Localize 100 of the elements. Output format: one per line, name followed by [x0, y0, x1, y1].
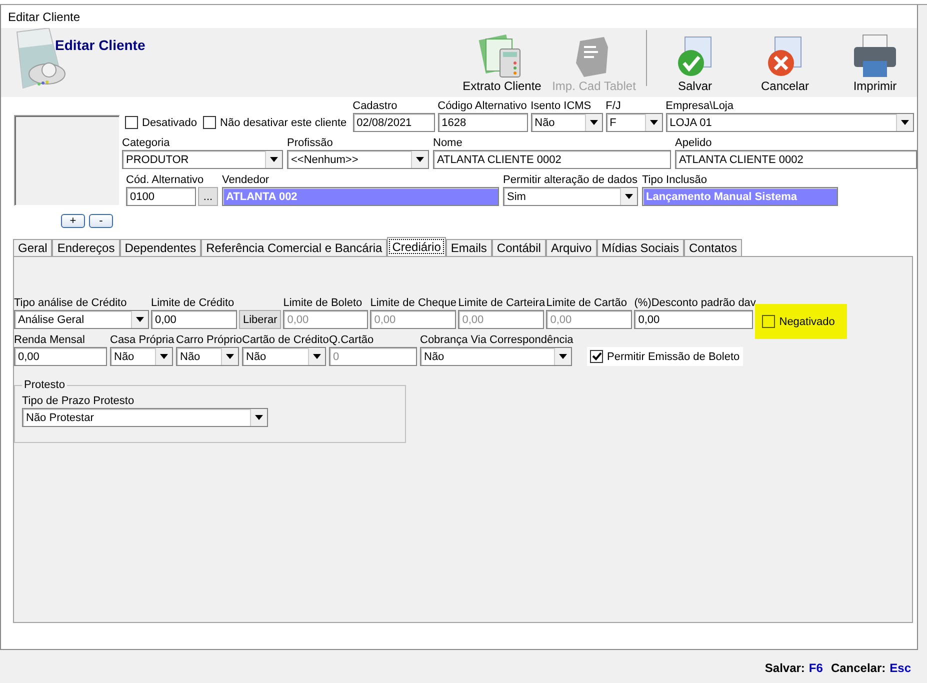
- field-label: Isento ICMS: [530, 100, 592, 113]
- dropdown-field[interactable]: Análise Geral: [14, 310, 149, 329]
- field-label: Casa Própria: [110, 334, 173, 347]
- field-label: (%)Desconto padrão dav: [634, 297, 754, 310]
- shortcut-key: F6: [808, 661, 823, 675]
- dropdown-button[interactable]: [896, 114, 913, 131]
- dropdown-arrow-icon: [625, 194, 633, 199]
- liberar-button[interactable]: Liberar: [239, 310, 282, 329]
- dropdown-value: Não: [424, 350, 444, 362]
- tab[interactable]: Endereços: [52, 239, 120, 256]
- field-label: Categoria: [122, 137, 171, 150]
- dropdown-button[interactable]: [221, 348, 238, 365]
- text-field[interactable]: 0,00: [151, 310, 237, 329]
- tab[interactable]: Contatos: [684, 239, 742, 256]
- field-label: F/J: [606, 100, 622, 113]
- dropdown-button[interactable]: [265, 151, 282, 168]
- field-label: Cobrança Via Correspondência: [420, 334, 572, 347]
- checkbox[interactable]: Permitir Emissão de Boleto: [587, 347, 743, 366]
- dropdown-field[interactable]: Não: [530, 113, 603, 132]
- field-label: Cadastro: [352, 100, 398, 113]
- dropdown-button[interactable]: [308, 348, 325, 365]
- dropdown-value: Análise Geral: [18, 314, 84, 326]
- photo-button[interactable]: +: [61, 214, 85, 228]
- dropdown-button[interactable]: [644, 114, 662, 131]
- text-field[interactable]: ATLANTA CLIENTE 0002: [675, 150, 917, 169]
- dropdown-button[interactable]: [584, 114, 602, 131]
- dropdown-value: Sim: [507, 190, 526, 202]
- toolbar-button[interactable]: Cancelar: [737, 28, 833, 97]
- dropdown-value: Não: [246, 350, 266, 362]
- text-field[interactable]: ATLANTA CLIENTE 0002: [433, 150, 671, 169]
- dropdown-value: Não: [534, 116, 555, 128]
- dropdown-button[interactable]: [131, 311, 148, 328]
- tab[interactable]: Geral: [13, 239, 52, 256]
- tab[interactable]: Mídias Sociais: [596, 239, 684, 256]
- field-label: Limite de Cartão: [546, 297, 628, 310]
- dropdown-button[interactable]: [155, 348, 172, 365]
- dropdown-arrow-icon: [416, 157, 424, 162]
- toolbar-button[interactable]: Imprimir: [833, 28, 917, 97]
- text-field[interactable]: 02/08/2021: [352, 113, 435, 132]
- field-label: Tipo Inclusão: [642, 174, 708, 187]
- dropdown-arrow-icon: [590, 120, 598, 125]
- dropdown-field[interactable]: Não: [110, 347, 173, 366]
- dropdown-button[interactable]: [250, 409, 267, 426]
- dropdown-arrow-icon: [650, 120, 658, 125]
- field-label: Tipo de Prazo Protesto: [22, 395, 136, 408]
- dropdown-field[interactable]: Não: [242, 347, 326, 366]
- field-label: Permitir alteração de dados: [503, 174, 638, 187]
- text-field[interactable]: 1628: [438, 113, 528, 132]
- dropdown-button[interactable]: [411, 151, 428, 168]
- toolbar-button[interactable]: Salvar: [653, 28, 737, 97]
- tab[interactable]: Arquivo: [546, 239, 597, 256]
- shortcut-key: Esc: [890, 661, 911, 675]
- dropdown-field[interactable]: Não Protestar: [22, 408, 268, 427]
- field-label: Renda Mensal: [14, 334, 86, 347]
- field-label: Cód. Alternativo: [126, 174, 205, 187]
- checkbox-square[interactable]: [590, 350, 603, 363]
- dropdown-field[interactable]: Não: [176, 347, 239, 366]
- checkbox-square[interactable]: [125, 116, 138, 129]
- printer-icon: [851, 33, 899, 79]
- dropdown-field[interactable]: PRODUTOR: [122, 150, 283, 169]
- tab[interactable]: Dependentes: [120, 239, 202, 256]
- field-label: Limite de Boleto: [283, 297, 364, 310]
- dropdown-value: <<Nenhum>>: [291, 154, 358, 166]
- dropdown-field[interactable]: F: [606, 113, 663, 132]
- tab[interactable]: Contábil: [492, 239, 546, 256]
- dropdown-button[interactable]: [554, 348, 571, 365]
- field-label: Cartão de Crédito: [242, 334, 326, 347]
- field-label: Empresa\Loja: [666, 100, 734, 113]
- checkbox-square[interactable]: [203, 116, 216, 129]
- field-label: Vendedor: [222, 174, 270, 187]
- text-field[interactable]: 0100: [126, 187, 196, 206]
- text-field[interactable]: 0,00: [634, 310, 754, 329]
- field-label: Carro Próprio: [176, 334, 239, 347]
- dropdown-value: Não: [180, 350, 200, 362]
- checkbox[interactable]: Negativado: [759, 312, 838, 331]
- tab[interactable]: Crediário: [387, 237, 446, 256]
- text-field[interactable]: 0,00: [14, 347, 107, 366]
- photo-button[interactable]: -: [89, 214, 113, 228]
- dropdown-arrow-icon: [160, 354, 168, 359]
- dropdown-value: Não Protestar: [26, 412, 94, 424]
- field-label: Q.Cartão: [329, 334, 375, 347]
- dropdown-value: F: [610, 116, 616, 128]
- field-label: Profissão: [287, 137, 334, 150]
- tab[interactable]: Referência Comercial e Bancária: [201, 239, 388, 256]
- dropdown-button[interactable]: [620, 188, 637, 205]
- lookup-button[interactable]: ...: [198, 187, 218, 206]
- dropdown-arrow-icon: [136, 317, 144, 322]
- dropdown-arrow-icon: [313, 354, 321, 359]
- dropdown-field[interactable]: <<Nenhum>>: [287, 150, 429, 169]
- toolbar-button[interactable]: Extrato Cliente: [456, 28, 548, 97]
- dropdown-value: PRODUTOR: [126, 154, 189, 166]
- dropdown-arrow-icon: [226, 354, 234, 359]
- tab[interactable]: Emails: [446, 239, 492, 256]
- dropdown-field[interactable]: Não: [420, 347, 572, 366]
- checkbox-square[interactable]: [762, 315, 776, 328]
- shortcut-label: Salvar:: [764, 661, 805, 675]
- dropdown-arrow-icon: [559, 354, 567, 359]
- field-label: Nome: [433, 137, 464, 150]
- dropdown-field[interactable]: LOJA 01: [666, 113, 914, 132]
- dropdown-field[interactable]: Sim: [503, 187, 638, 206]
